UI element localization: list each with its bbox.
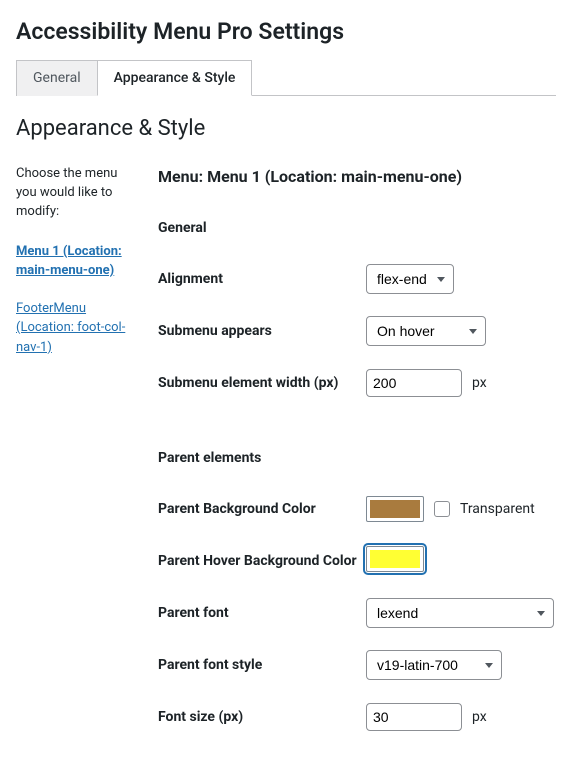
submenu-appears-label: Submenu appears [158, 322, 366, 340]
parent-font-label: Parent font [158, 604, 366, 622]
parent-font-size-unit: px [472, 709, 487, 725]
sidebar: Choose the menu you would like to modify… [16, 165, 136, 754]
submenu-width-input[interactable] [366, 369, 462, 397]
current-menu-title: Menu: Menu 1 (Location: main-menu-one) [158, 167, 556, 186]
parent-bg-transparent-checkbox[interactable] [434, 501, 450, 517]
tabs: General Appearance & Style [16, 59, 556, 96]
submenu-width-label: Submenu element width (px) [158, 374, 366, 392]
submenu-appears-select[interactable]: On hover [366, 316, 486, 346]
subheading: Appearance & Style [16, 116, 556, 141]
parent-bg-transparent-label: Transparent [460, 501, 535, 517]
parent-hover-bg-swatch[interactable] [366, 546, 424, 572]
page-title: Accessibility Menu Pro Settings [16, 18, 556, 45]
alignment-label: Alignment [158, 270, 366, 288]
parent-bg-color [370, 500, 420, 518]
tab-appearance[interactable]: Appearance & Style [97, 60, 253, 96]
parent-font-size-input[interactable] [366, 703, 462, 731]
settings-panel: Menu: Menu 1 (Location: main-menu-one) G… [158, 165, 556, 754]
sidebar-menu-link-1[interactable]: Menu 1 (Location: main-menu-one) [16, 242, 136, 281]
section-general-heading: General [158, 220, 556, 236]
parent-bg-label: Parent Background Color [158, 500, 366, 518]
parent-font-select[interactable]: lexend [366, 598, 554, 628]
alignment-select[interactable]: flex-end [366, 264, 454, 294]
sidebar-menu-link-2[interactable]: FooterMenu (Location: foot-col-nav-1) [16, 299, 136, 358]
parent-font-size-label: Font size (px) [158, 708, 366, 726]
parent-font-style-label: Parent font style [158, 656, 366, 674]
tab-general[interactable]: General [16, 60, 97, 96]
sidebar-intro: Choose the menu you would like to modify… [16, 165, 136, 222]
parent-hover-bg-label: Parent Hover Background Color [158, 546, 366, 570]
section-parent-heading: Parent elements [158, 450, 556, 466]
parent-font-style-select[interactable]: v19-latin-700 [366, 650, 502, 680]
parent-bg-swatch[interactable] [366, 496, 424, 522]
parent-hover-bg-color [370, 550, 420, 568]
submenu-width-unit: px [472, 375, 487, 391]
